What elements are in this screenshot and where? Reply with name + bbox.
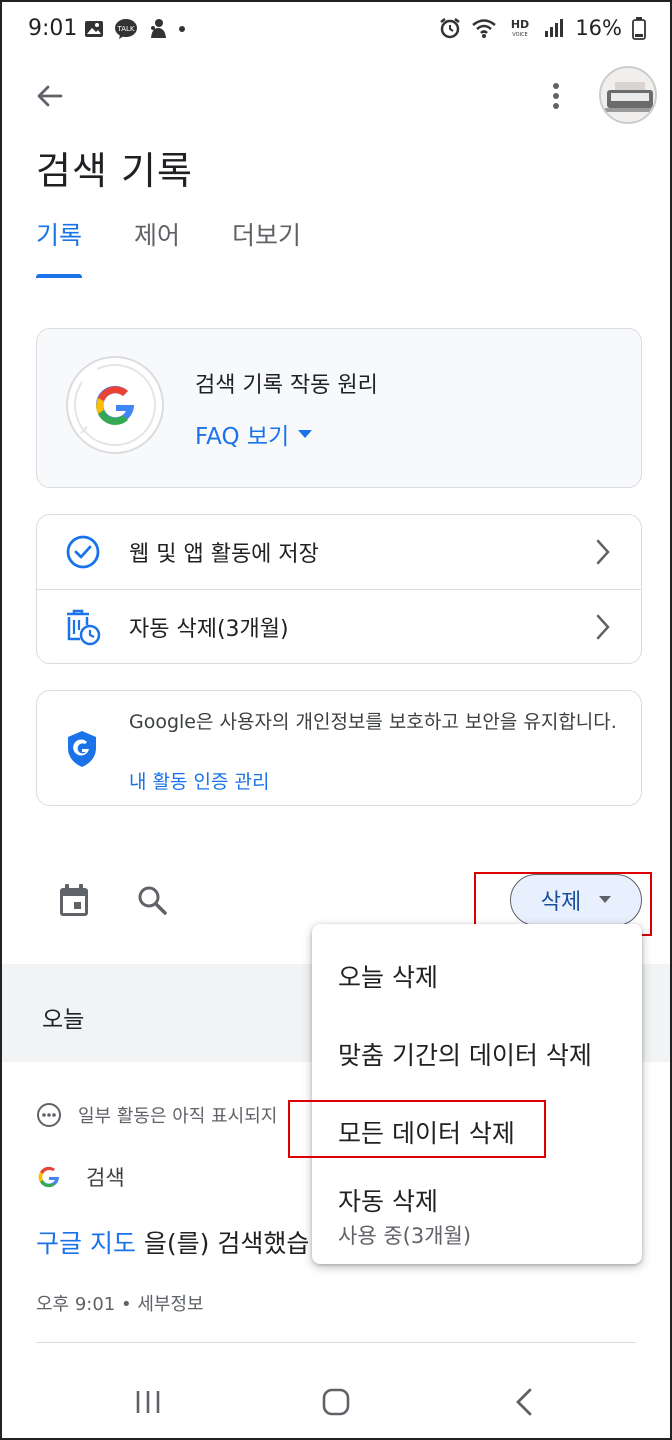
search-icon xyxy=(138,886,167,915)
hd-voice-icon: HDVOICE xyxy=(511,18,529,38)
today-label: 오늘 xyxy=(42,1007,85,1033)
setting-label: 웹 및 앱 활동에 저장 xyxy=(129,542,319,567)
home-icon xyxy=(322,1388,350,1416)
status-time: 9:01 xyxy=(28,16,78,41)
search-query-link[interactable]: 구글 지도 xyxy=(36,1229,136,1258)
divider xyxy=(36,1342,636,1343)
google-history-icon xyxy=(66,356,164,454)
page-title: 검색 기록 xyxy=(36,149,193,193)
app-notification-icon xyxy=(151,19,166,38)
privacy-card: Google은 사용자의 개인정보를 보호하고 보안을 유지합니다. 내 활동 … xyxy=(36,690,642,806)
privacy-text: Google은 사용자의 개인정보를 보호하고 보안을 유지합니다. xyxy=(129,711,617,733)
back-chevron-icon xyxy=(516,1388,532,1416)
chevron-right-icon xyxy=(596,614,610,640)
kakaotalk-icon: TALK xyxy=(115,19,137,39)
alarm-icon xyxy=(440,18,461,39)
faq-link-label: FAQ 보기 xyxy=(195,424,290,450)
more-notifications-dot-icon xyxy=(179,26,185,32)
setting-row-auto-delete[interactable]: 자동 삭제(3개월) xyxy=(37,590,641,664)
home-button[interactable] xyxy=(316,1382,356,1422)
avatar-photo-icon xyxy=(601,68,655,122)
google-g-icon xyxy=(38,1166,59,1188)
tab-controls[interactable]: 제어 xyxy=(134,216,180,272)
status-bar: 9:01 TALK HD VOICE 16% xyxy=(2,2,670,60)
activity-meta[interactable]: 오후 9:01 • 세부정보 xyxy=(36,1290,204,1316)
pending-activity-notice: 일부 활동은 아직 표시되지 xyxy=(36,1102,277,1128)
svg-text:VOICE: VOICE xyxy=(513,32,528,38)
tab-more[interactable]: 더보기 xyxy=(232,216,301,272)
delete-menu: 오늘 삭제 맞춤 기간의 데이터 삭제 모든 데이터 삭제 자동 삭제 사용 중… xyxy=(312,924,642,1264)
manage-activity-verification-link[interactable]: 내 활동 인증 관리 xyxy=(129,767,269,794)
source-label: 검색 xyxy=(86,1166,125,1190)
battery-percent: 16% xyxy=(575,16,622,40)
more-vert-icon xyxy=(553,83,559,109)
auto-delete-icon xyxy=(63,607,103,647)
check-circle-icon xyxy=(63,532,103,572)
account-avatar[interactable] xyxy=(599,66,657,124)
search-query-suffix: 을(를) 검색했습 xyxy=(135,1229,310,1258)
highlight-box-delete-all xyxy=(288,1100,546,1158)
calendar-filter-button[interactable] xyxy=(52,878,96,922)
search-source-row: 검색 xyxy=(38,1162,125,1192)
tab-history[interactable]: 기록 xyxy=(36,216,83,278)
tab-bar: 기록 제어 더보기 xyxy=(36,216,353,278)
faq-title: 검색 기록 작동 원리 xyxy=(195,373,378,398)
setting-row-web-app-activity[interactable]: 웹 및 앱 활동에 저장 xyxy=(37,515,641,589)
chevron-right-icon xyxy=(596,539,610,565)
menu-item-delete-today[interactable]: 오늘 삭제 xyxy=(338,958,438,994)
recent-apps-icon xyxy=(136,1391,160,1413)
more-options-button[interactable] xyxy=(534,74,578,118)
arrow-back-icon xyxy=(37,85,63,107)
back-button[interactable] xyxy=(28,74,72,118)
calendar-icon xyxy=(60,884,88,916)
system-nav-bar xyxy=(2,1362,670,1438)
wifi-icon xyxy=(472,19,497,38)
battery-icon xyxy=(632,17,646,40)
search-history-button[interactable] xyxy=(130,878,174,922)
auto-delete-status: 사용 중(3개월) xyxy=(338,1224,472,1248)
more-horiz-circle-icon xyxy=(37,1103,61,1127)
status-right-group: HD VOICE 16% xyxy=(439,16,646,40)
system-back-button[interactable] xyxy=(504,1382,544,1422)
faq-link[interactable]: FAQ 보기 xyxy=(195,417,313,451)
svg-text:TALK: TALK xyxy=(116,25,134,33)
setting-label: 자동 삭제(3개월) xyxy=(129,617,289,642)
notification-icons: TALK xyxy=(84,18,186,40)
search-activity-item[interactable]: 구글 지도 을(를) 검색했습 xyxy=(36,1224,309,1260)
svg-text:HD: HD xyxy=(511,18,529,31)
signal-icon xyxy=(545,19,564,37)
faq-card: 검색 기록 작동 원리 FAQ 보기 xyxy=(36,328,642,488)
dropdown-arrow-icon xyxy=(298,430,313,438)
gallery-icon xyxy=(85,21,103,37)
recent-apps-button[interactable] xyxy=(128,1382,168,1422)
menu-item-delete-custom-range[interactable]: 맞춤 기간의 데이터 삭제 xyxy=(338,1036,592,1072)
pending-text: 일부 활동은 아직 표시되지 xyxy=(78,1106,278,1127)
shield-google-icon xyxy=(68,731,96,767)
settings-card: 웹 및 앱 활동에 저장 자동 삭제(3개월) xyxy=(36,514,642,664)
menu-item-auto-delete[interactable]: 자동 삭제 xyxy=(338,1182,438,1218)
